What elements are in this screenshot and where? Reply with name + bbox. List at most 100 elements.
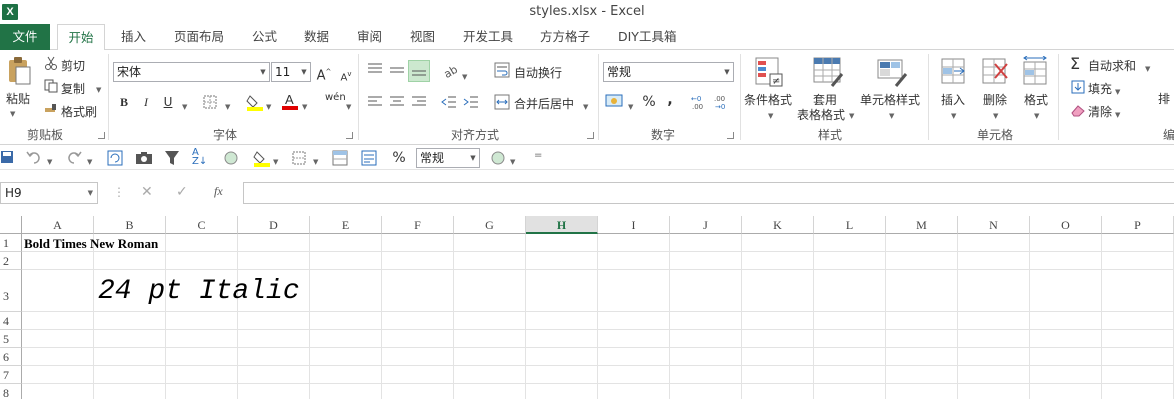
formula-bar-grip-icon[interactable]: ⋮ xyxy=(113,185,125,199)
chevron-down-icon[interactable]: ▼ xyxy=(88,183,93,203)
filter-icon[interactable] xyxy=(164,150,180,166)
paste-icon[interactable] xyxy=(6,56,32,86)
column-header-k[interactable]: K xyxy=(742,216,814,234)
align-bottom-icon[interactable] xyxy=(408,60,430,82)
column-header-j[interactable]: J xyxy=(670,216,742,234)
column-header-m[interactable]: M xyxy=(886,216,958,234)
orientation-dropdown-icon[interactable]: ▼ xyxy=(462,73,467,81)
borders-icon[interactable] xyxy=(203,95,217,109)
tab-view[interactable]: 视图 xyxy=(410,24,435,50)
refresh-icon[interactable] xyxy=(107,150,123,166)
bold-button[interactable]: B xyxy=(114,92,134,112)
tab-formulas[interactable]: 公式 xyxy=(252,24,277,50)
phonetic-dropdown-icon[interactable]: ▼ xyxy=(346,103,351,111)
clipboard-launcher-icon[interactable] xyxy=(98,132,105,139)
fill-dropdown-icon[interactable]: ▼ xyxy=(1115,88,1120,96)
merge-dropdown-icon[interactable]: ▼ xyxy=(583,103,588,111)
wrap-text-button[interactable]: 自动换行 xyxy=(514,64,562,81)
borders-dropdown-icon[interactable]: ▼ xyxy=(225,103,230,111)
customize-qat-icon[interactable]: = xyxy=(534,150,542,161)
chevron-down-icon[interactable]: ▼ xyxy=(721,63,733,81)
phonetic-guide-button[interactable]: wén xyxy=(325,92,346,103)
percent-button[interactable]: % xyxy=(639,92,659,112)
fill-color-icon[interactable] xyxy=(253,149,271,167)
cell-a1[interactable]: Bold Times New Roman xyxy=(24,236,158,252)
tab-insert[interactable]: 插入 xyxy=(121,24,146,50)
conditional-formatting-button[interactable]: 条件格式 xyxy=(744,91,792,108)
insert-cells-icon[interactable] xyxy=(940,56,968,86)
align-top-icon[interactable] xyxy=(367,62,383,76)
qat-number-format-select[interactable]: 常规 ▼ xyxy=(416,148,480,168)
shrink-font-icon[interactable]: Av xyxy=(336,64,356,84)
decrease-decimal-icon[interactable]: .00 →0 xyxy=(713,94,733,111)
formula-input[interactable] xyxy=(243,182,1174,204)
clear-button[interactable]: 清除 xyxy=(1088,103,1112,120)
format-cells-icon[interactable] xyxy=(1022,55,1050,86)
column-header-a[interactable]: A xyxy=(22,216,94,234)
percent-button[interactable]: % xyxy=(389,148,409,168)
row-header-2[interactable]: 2 xyxy=(0,252,22,270)
conditional-formatting-icon[interactable]: ≠ xyxy=(754,56,784,88)
fill-color-dropdown-icon[interactable]: ▼ xyxy=(273,158,278,166)
autosum-dropdown-icon[interactable]: ▼ xyxy=(1145,65,1150,73)
camera-icon[interactable] xyxy=(135,151,153,165)
align-center-icon[interactable] xyxy=(389,95,405,109)
wrap-text-icon[interactable] xyxy=(494,62,510,78)
column-header-n[interactable]: N xyxy=(958,216,1030,234)
alignment-launcher-icon[interactable] xyxy=(587,132,594,139)
format-as-table-icon[interactable] xyxy=(812,56,844,88)
increase-decimal-icon[interactable]: ←0.00 xyxy=(690,94,710,111)
cell-styles-button[interactable]: 单元格样式 xyxy=(860,91,920,108)
name-box[interactable]: H9 ▼ xyxy=(0,182,98,204)
borders-dropdown-icon[interactable]: ▼ xyxy=(313,158,318,166)
circle-shape-icon[interactable] xyxy=(491,151,505,165)
column-header-i[interactable]: I xyxy=(598,216,670,234)
format-painter-button[interactable]: 格式刷 xyxy=(61,103,97,120)
chevron-down-icon[interactable]: ▼ xyxy=(257,63,269,81)
column-header-e[interactable]: E xyxy=(310,216,382,234)
orientation-icon[interactable]: ab xyxy=(442,62,460,81)
sort-filter-button[interactable]: 排 xyxy=(1158,90,1170,107)
cell-styles-icon[interactable] xyxy=(876,56,908,88)
tab-page-layout[interactable]: 页面布局 xyxy=(174,24,224,50)
borders-icon[interactable] xyxy=(292,151,306,165)
worksheet-grid[interactable]: A B C D E F G H I J K L M N O P 1 2 3 4 5 6 7 8 Bold Times New R… xyxy=(0,216,1174,399)
column-header-d[interactable]: D xyxy=(238,216,310,234)
delete-cells-icon[interactable] xyxy=(981,56,1009,86)
tab-review[interactable]: 审阅 xyxy=(357,24,382,50)
column-header-g[interactable]: G xyxy=(454,216,526,234)
insert-dropdown-icon[interactable]: ▼ xyxy=(951,112,956,120)
fill-color-icon[interactable] xyxy=(246,93,264,111)
font-launcher-icon[interactable] xyxy=(346,132,353,139)
tab-fangfang[interactable]: 方方格子 xyxy=(540,24,590,50)
autosum-button[interactable]: 自动求和 xyxy=(1088,57,1136,74)
font-color-icon[interactable]: A xyxy=(281,92,299,110)
comma-button[interactable]: , xyxy=(660,90,680,110)
number-format-select[interactable]: 常规 ▼ xyxy=(603,62,734,82)
clear-dropdown-icon[interactable]: ▼ xyxy=(1115,111,1120,119)
format-dropdown-icon[interactable]: ▼ xyxy=(1034,112,1039,120)
row-header-3[interactable]: 3 xyxy=(0,270,22,312)
merge-center-button[interactable]: 合并后居中 xyxy=(514,95,574,112)
align-left-icon[interactable] xyxy=(367,95,383,109)
tab-data[interactable]: 数据 xyxy=(304,24,329,50)
paste-dropdown-icon[interactable]: ▼ xyxy=(10,110,15,118)
row-header-4[interactable]: 4 xyxy=(0,312,22,330)
format-as-table-line2[interactable]: 表格格式 xyxy=(797,106,845,123)
cell-styles-dropdown-icon[interactable]: ▼ xyxy=(889,112,894,120)
tab-diy-toolbox[interactable]: DIY工具箱 xyxy=(618,24,676,50)
form-icon[interactable] xyxy=(361,150,377,166)
merge-center-icon[interactable] xyxy=(494,94,510,110)
copy-dropdown-icon[interactable]: ▼ xyxy=(96,86,101,94)
column-header-c[interactable]: C xyxy=(166,216,238,234)
cell-b3[interactable]: 24 pt Italic xyxy=(98,276,300,307)
insert-cells-button[interactable]: 插入 xyxy=(941,91,965,108)
circle-dropdown-icon[interactable]: ▼ xyxy=(510,158,515,166)
column-header-p[interactable]: P xyxy=(1102,216,1174,234)
row-header-5[interactable]: 5 xyxy=(0,330,22,348)
sort-az-icon[interactable]: A Z↓ xyxy=(192,148,207,167)
delete-cells-button[interactable]: 删除 xyxy=(983,91,1007,108)
fill-button[interactable]: 填充 xyxy=(1088,80,1112,97)
row-header-8[interactable]: 8 xyxy=(0,384,22,399)
chevron-down-icon[interactable]: ▼ xyxy=(467,149,479,167)
